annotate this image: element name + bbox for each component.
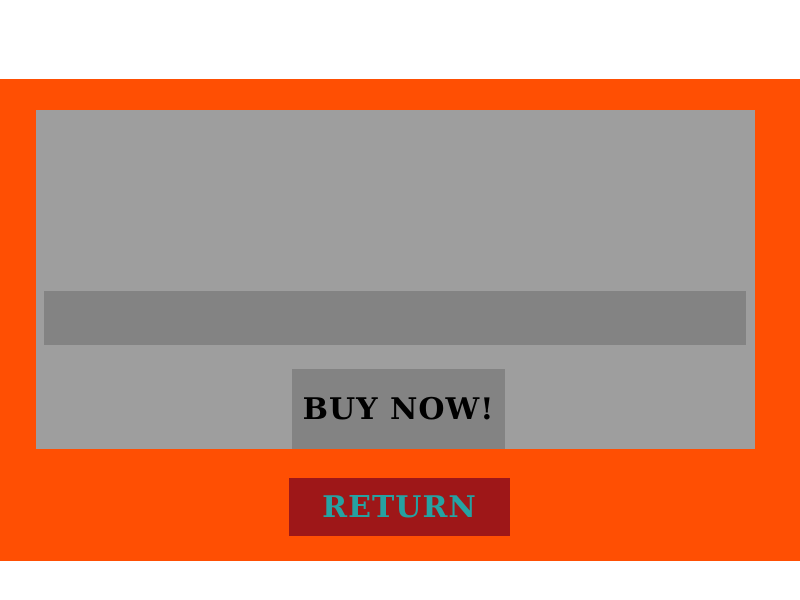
- main-panel: BUY NOW! RETURN: [0, 79, 800, 561]
- buy-now-button[interactable]: BUY NOW!: [292, 369, 505, 449]
- return-button[interactable]: RETURN: [289, 478, 510, 536]
- product-card: BUY NOW!: [36, 110, 755, 449]
- info-strip: [44, 291, 746, 345]
